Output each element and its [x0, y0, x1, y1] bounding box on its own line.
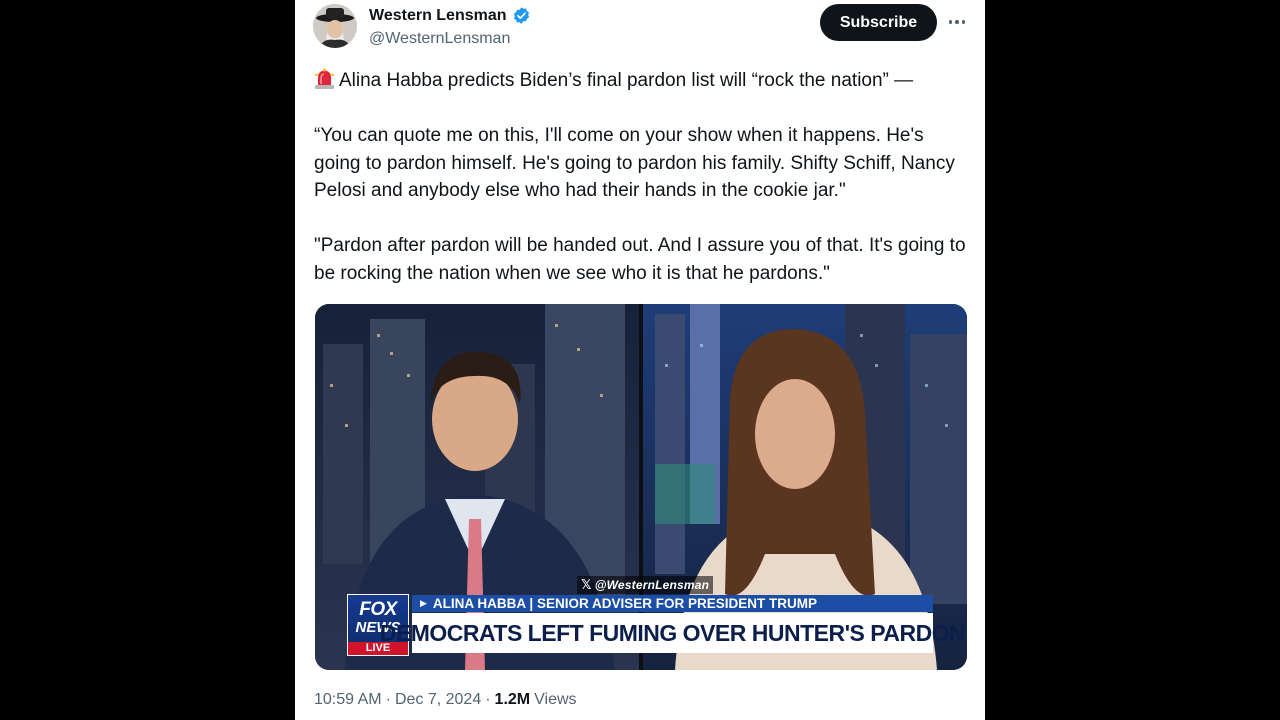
more-options-icon[interactable] [945, 10, 969, 34]
verified-badge-icon[interactable] [512, 6, 531, 25]
author-avatar[interactable] [313, 4, 357, 48]
tweet-meta: 10:59 AM · Dec 7, 2024 · 1.2M Views [314, 691, 577, 709]
meta-separator: · [385, 691, 391, 708]
tweet-paragraph-2: “You can quote me on this, I'll come on … [314, 125, 955, 201]
tweet-card: Western Lensman @WesternLensman Subscrib… [295, 0, 985, 720]
views-count[interactable]: 1.2M [495, 691, 531, 709]
lower-third-caption: ▶ ALINA HABBA | SENIOR ADVISER FOR PRESI… [412, 595, 933, 612]
views-label: Views [534, 691, 577, 708]
author-name-row: Western Lensman [369, 6, 531, 25]
play-triangle-icon: ▶ [420, 598, 427, 608]
meta-separator: · [485, 691, 491, 708]
author-handle[interactable]: @WesternLensman [369, 30, 510, 48]
tweet-paragraph-1-text: Alina Habba predicts Biden’s final pardo… [339, 70, 914, 91]
watermark-text: @WesternLensman [594, 578, 710, 592]
police-siren-icon [314, 68, 335, 90]
tweet-time[interactable]: 10:59 AM [314, 691, 382, 709]
tweet-text: Alina Habba predicts Biden’s final pardo… [314, 67, 974, 287]
video-watermark: 𝕏 @WesternLensman [577, 576, 714, 594]
network-logo-line-1: FOX [359, 599, 397, 620]
lower-third-headline: DEMOCRATS LEFT FUMING OVER HUNTER'S PARD… [380, 613, 966, 653]
video-player[interactable]: 𝕏 @WesternLensman FOX NEWS LIVE ▶ ALINA … [315, 304, 967, 670]
author-display-name[interactable]: Western Lensman [369, 7, 507, 25]
tweet-paragraph-3: "Pardon after pardon will be handed out.… [314, 235, 966, 284]
lower-third-caption-text: ALINA HABBA | SENIOR ADVISER FOR PRESIDE… [432, 596, 817, 611]
tweet-date[interactable]: Dec 7, 2024 [395, 691, 481, 709]
tweet-paragraph-1: Alina Habba predicts Biden’s final pardo… [314, 67, 974, 95]
avatar-image [313, 4, 357, 48]
subscribe-button[interactable]: Subscribe [820, 4, 937, 41]
x-logo-icon: 𝕏 [581, 577, 592, 592]
